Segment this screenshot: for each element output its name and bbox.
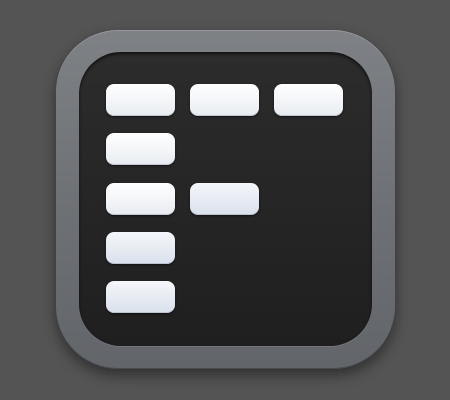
tile-row3-col2 [190, 183, 259, 215]
tile-row1-col2 [190, 84, 259, 116]
tile-row1-col3 [274, 84, 343, 116]
tile-row1-col1 [106, 84, 175, 116]
tile-row5-col1 [106, 281, 175, 313]
tile-row4-col1 [106, 232, 175, 264]
tile-row3-col1 [106, 183, 175, 215]
icon-screen [79, 52, 372, 346]
tile-row2-col1 [106, 133, 175, 165]
list-layout-icon [56, 30, 395, 369]
